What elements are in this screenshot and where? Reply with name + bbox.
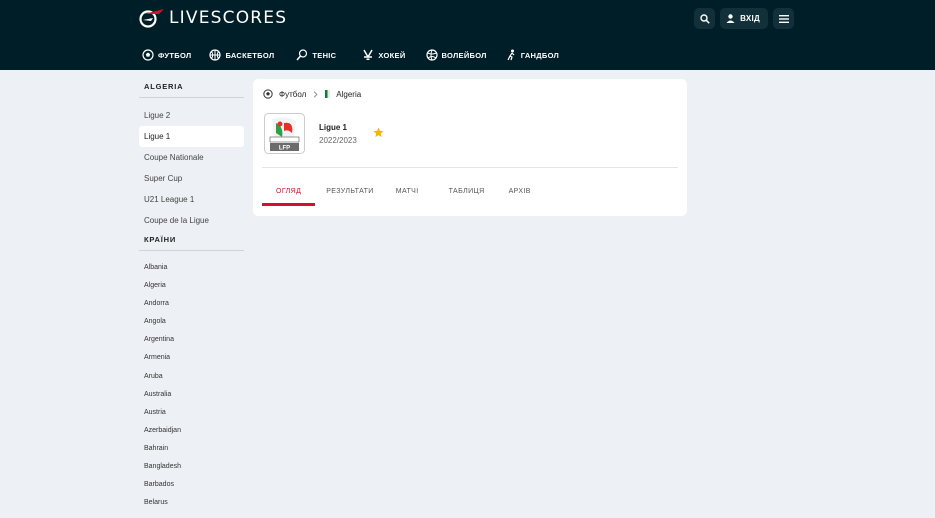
chevron-right-icon <box>314 90 318 98</box>
sports-nav: ФУТБОЛ БАСКЕТБОЛ ТЕНІС ХОКЕЙ ВОЛЕЙБОЛ ГА… <box>142 49 559 61</box>
league-card: Футбол Algeria LFP Ligue 1 2022/2023 ОГЛ… <box>253 79 687 216</box>
country-item[interactable]: Armenia <box>139 349 244 367</box>
menu-icon <box>778 14 789 23</box>
sport-tennis[interactable]: ТЕНІС <box>296 49 336 61</box>
search-icon <box>699 13 710 24</box>
country-item[interactable]: Albania <box>139 259 244 277</box>
sport-basketball[interactable]: БАСКЕТБОЛ <box>209 49 274 61</box>
country-item[interactable]: Azerbaidjan <box>139 422 244 440</box>
hockey-icon <box>363 49 374 60</box>
country-item[interactable]: Argentina <box>139 331 244 349</box>
breadcrumb-sport[interactable]: Футбол <box>279 90 306 99</box>
search-button[interactable] <box>694 8 716 29</box>
football-icon <box>142 49 154 61</box>
football-icon <box>263 89 273 99</box>
basketball-icon <box>209 49 222 61</box>
league-season: 2022/2023 <box>319 135 357 145</box>
sidebar-item-coupe-de-la-ligue[interactable]: Coupe de la Ligue <box>139 210 244 231</box>
sport-volleyball[interactable]: ВОЛЕЙБОЛ <box>425 49 487 61</box>
sidebar-item-u21-league-1[interactable]: U21 League 1 <box>139 189 244 210</box>
breadcrumb: Футбол Algeria <box>263 89 361 99</box>
country-item[interactable]: Belarus <box>139 494 244 512</box>
card-divider <box>262 167 678 168</box>
login-button[interactable]: ВХІД <box>720 8 768 29</box>
site-header: LIVESCORES ВХІД ФУТБОЛ БАСКЕТБОЛ ТЕНІС Х… <box>0 0 935 70</box>
tab-matches[interactable]: МАТЧІ <box>385 182 430 206</box>
login-label: ВХІД <box>740 14 760 23</box>
logo-text: LIVESCORES <box>169 8 288 28</box>
sidebar-item-ligue-1[interactable]: Ligue 1 <box>139 126 244 147</box>
country-item[interactable]: Andorra <box>139 295 244 313</box>
volleyball-icon <box>425 49 438 61</box>
sidebar-item-coupe-nationale[interactable]: Coupe Nationale <box>139 147 244 168</box>
country-item[interactable]: Austria <box>139 404 244 422</box>
league-tabs: ОГЛЯД РЕЗУЛЬТАТИ МАТЧІ ТАБЛИЦЯ АРХІВ <box>262 182 542 206</box>
country-item[interactable]: Algeria <box>139 277 244 295</box>
tab-archive[interactable]: АРХІВ <box>498 182 542 206</box>
sport-hockey[interactable]: ХОКЕЙ <box>362 49 405 61</box>
country-item[interactable]: Australia <box>139 386 244 404</box>
country-item[interactable]: Barbados <box>139 476 244 494</box>
countries-title: КРАЇНИ <box>139 235 244 251</box>
logo-mark-icon <box>139 9 164 28</box>
handball-icon <box>507 49 515 61</box>
sport-football[interactable]: ФУТБОЛ <box>142 49 191 61</box>
breadcrumb-country[interactable]: Algeria <box>336 90 361 99</box>
country-list: Albania Algeria Andorra Angola Argentina… <box>139 259 244 512</box>
league-logo: LFP <box>264 113 305 154</box>
sidebar: ALGERIA Ligue 2 Ligue 1 Coupe Nationale … <box>139 82 244 512</box>
sidebar-item-ligue-2[interactable]: Ligue 2 <box>139 105 244 126</box>
tab-results[interactable]: РЕЗУЛЬТАТИ <box>315 182 385 206</box>
league-header: LFP Ligue 1 2022/2023 <box>264 113 357 154</box>
league-logo-text: LFP <box>279 145 290 151</box>
user-icon <box>726 14 735 23</box>
tab-overview[interactable]: ОГЛЯД <box>262 182 316 206</box>
country-item[interactable]: Aruba <box>139 368 244 386</box>
algeria-flag-icon <box>325 90 331 98</box>
country-item[interactable]: Angola <box>139 313 244 331</box>
tab-standings[interactable]: ТАБЛИЦЯ <box>438 182 496 206</box>
sidebar-section-title: ALGERIA <box>139 82 244 98</box>
league-name: Ligue 1 <box>319 122 348 132</box>
sport-handball[interactable]: ГАНДБОЛ <box>505 49 559 61</box>
favorite-star-icon[interactable] <box>373 127 384 138</box>
country-item[interactable]: Bangladesh <box>139 458 244 476</box>
tennis-icon <box>296 49 308 61</box>
site-logo[interactable]: LIVESCORES <box>139 8 287 28</box>
sidebar-item-super-cup[interactable]: Super Cup <box>139 168 244 189</box>
country-item[interactable]: Bahrain <box>139 440 244 458</box>
menu-button[interactable] <box>773 8 794 29</box>
league-list: Ligue 2 Ligue 1 Coupe Nationale Super Cu… <box>139 105 244 231</box>
